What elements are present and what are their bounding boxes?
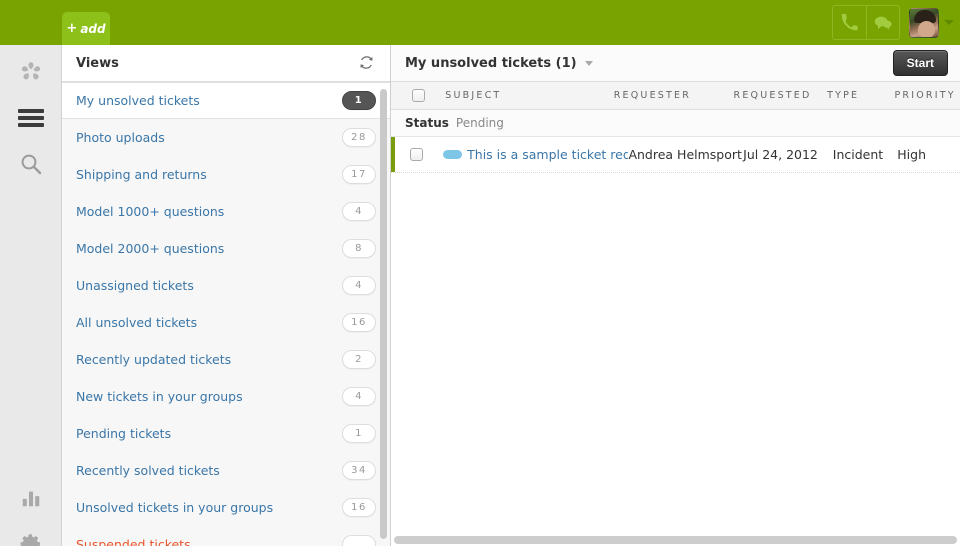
chevron-down-icon[interactable]: [944, 20, 954, 25]
view-list-item[interactable]: Model 1000+ questions 4: [62, 193, 390, 230]
view-item-count-badge: [342, 534, 376, 546]
group-value: Pending: [455, 116, 504, 130]
view-item-count-badge: 4: [342, 386, 376, 406]
view-item-count-badge: 8: [342, 238, 376, 258]
view-item-count-badge: 2: [342, 349, 376, 369]
view-item-label: Recently updated tickets: [76, 351, 232, 367]
view-item-label: Recently solved tickets: [76, 462, 220, 478]
cell-subject: This is a sample ticket req...: [467, 147, 629, 162]
column-header-subject[interactable]: SUBJECT: [445, 82, 613, 109]
view-list-item[interactable]: Recently solved tickets 34: [62, 452, 390, 489]
column-header-requested[interactable]: REQUESTED: [734, 82, 828, 109]
menu-icon[interactable]: [0, 95, 62, 141]
view-item-label: Shipping and returns: [76, 166, 207, 182]
cell-priority: High: [897, 147, 927, 162]
add-tab-label: add: [80, 21, 106, 36]
views-list[interactable]: My unsolved tickets 1 Photo uploads 28 Shipp…: [62, 82, 390, 546]
main-header: My unsolved tickets (1) Start: [391, 45, 960, 82]
view-list-item[interactable]: New tickets in your groups 4: [62, 378, 390, 415]
view-item-label: My unsolved tickets: [76, 93, 200, 108]
horizontal-scrollbar-thumb[interactable]: [394, 536, 957, 544]
user-menu[interactable]: [909, 7, 954, 38]
group-key: Status: [405, 116, 449, 130]
column-header-requester[interactable]: REQUESTER: [614, 82, 734, 109]
chat-bubble-icon[interactable]: [866, 6, 899, 39]
chevron-down-icon[interactable]: [584, 60, 593, 66]
view-item-label: Pending tickets: [76, 425, 172, 441]
horizontal-scrollbar[interactable]: [391, 536, 960, 544]
views-panel-title: Views: [76, 55, 119, 71]
view-item-count-badge: 34: [342, 460, 376, 480]
select-all-cell: [391, 82, 445, 109]
table-row[interactable]: This is a sample ticket req... Andrea Hel…: [391, 137, 960, 173]
settings-gear-icon[interactable]: [0, 521, 62, 546]
view-list-item[interactable]: Unassigned tickets 4: [62, 267, 390, 304]
view-list-item[interactable]: Model 2000+ questions 8: [62, 230, 390, 267]
view-item-count-badge: 16: [342, 497, 376, 517]
app-window: + add Views My unsolved tickets 1 Photo …: [0, 0, 960, 546]
view-item-label: New tickets in your groups: [76, 388, 243, 404]
top-bar: + add: [0, 0, 960, 45]
view-item-label: Model 1000+ questions: [76, 203, 225, 219]
view-list-item[interactable]: All unsolved tickets 16: [62, 304, 390, 341]
add-tab-button[interactable]: + add: [62, 12, 110, 45]
user-avatar: [909, 7, 939, 38]
row-select-cell: [391, 137, 443, 172]
views-header: Views: [62, 45, 390, 82]
view-item-count-badge: 1: [342, 423, 376, 443]
status-badge: [442, 150, 462, 159]
left-icon-rail: [0, 45, 62, 546]
view-item-label: Suspended tickets: [76, 536, 191, 546]
view-item-count-badge: 16: [342, 312, 376, 332]
cell-requester: Andrea Helmsport: [628, 147, 742, 162]
view-item-label: Photo uploads: [76, 129, 165, 145]
refresh-icon[interactable]: [359, 55, 374, 74]
view-item-count-badge: 4: [342, 201, 376, 221]
view-list-item[interactable]: Photo uploads 28: [62, 119, 390, 156]
view-item-label: Unsolved tickets in your groups: [76, 499, 274, 515]
view-list-item[interactable]: My unsolved tickets 1: [62, 82, 390, 119]
table-column-headers: SUBJECT REQUESTER REQUESTED TYPE PRIORIT…: [391, 82, 960, 110]
group-header-row: Status Pending: [391, 110, 960, 137]
view-item-label: Model 2000+ questions: [76, 240, 225, 256]
start-button[interactable]: Start: [892, 50, 948, 76]
communication-icon-group: [832, 5, 900, 40]
view-list-item[interactable]: Recently updated tickets 2: [62, 341, 390, 378]
views-scrollbar[interactable]: [380, 89, 387, 539]
plus-icon: +: [66, 21, 78, 36]
row-checkbox[interactable]: [410, 148, 424, 161]
page-title: My unsolved tickets (1): [405, 55, 577, 71]
view-item-count-badge: 1: [342, 91, 376, 110]
view-list-item[interactable]: Pending tickets 1: [62, 415, 390, 452]
view-item-label: Unassigned tickets: [76, 277, 194, 293]
view-item-count-badge: 17: [342, 164, 376, 184]
top-bar-actions: [832, 4, 954, 41]
ticket-list: This is a sample ticket req... Andrea Hel…: [391, 137, 960, 173]
column-header-priority[interactable]: PRIORITY: [894, 82, 960, 109]
search-icon[interactable]: [0, 141, 62, 187]
view-list-item[interactable]: Suspended tickets: [62, 526, 390, 546]
view-list-item[interactable]: Unsolved tickets in your groups 16: [62, 489, 390, 526]
view-item-count-badge: 4: [342, 275, 376, 295]
phone-icon[interactable]: [833, 6, 866, 39]
main-content: My unsolved tickets (1) Start SUBJECT RE…: [391, 45, 960, 546]
select-all-checkbox[interactable]: [411, 89, 425, 102]
views-panel: Views My unsolved tickets 1 Photo uploads 2…: [62, 45, 391, 546]
view-list-item[interactable]: Shipping and returns 17: [62, 156, 390, 193]
view-item-count-badge: 28: [342, 127, 376, 147]
zendesk-logo-icon[interactable]: [0, 49, 62, 95]
column-header-type[interactable]: TYPE: [827, 82, 894, 109]
reporting-icon[interactable]: [0, 475, 62, 521]
view-item-label: All unsolved tickets: [76, 314, 198, 330]
cell-type: Incident: [832, 147, 884, 162]
status-badge-cell: [442, 137, 467, 172]
cell-requested: Jul 24, 2012: [743, 147, 818, 162]
